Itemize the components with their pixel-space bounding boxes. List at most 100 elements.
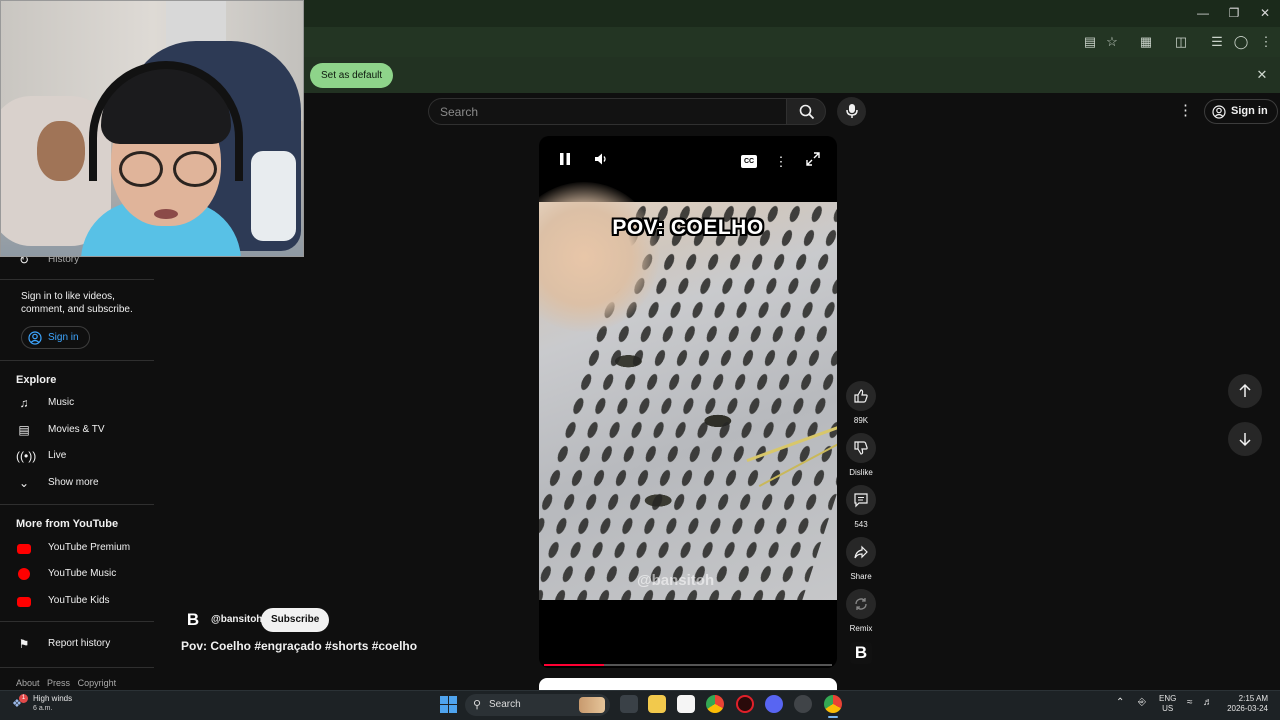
sidebar-item-music[interactable]: ♫ Music (0, 391, 154, 415)
weather-alert-badge: 1 (19, 694, 28, 703)
browser-menu-icon[interactable]: ⋮ (1257, 33, 1275, 51)
short-title: Pov: Coelho #engraçado #shorts #coelho (181, 639, 418, 653)
sidebar-sign-in-button[interactable]: Sign in (21, 326, 90, 349)
thumbs-down-icon (854, 441, 868, 455)
close-window-button[interactable]: ✕ (1250, 4, 1280, 22)
chrome-active-icon[interactable] (824, 695, 842, 713)
share-button[interactable] (846, 537, 876, 567)
sidebar-divider (0, 279, 154, 280)
voice-search-button[interactable] (837, 97, 866, 126)
previous-short-button[interactable] (1228, 374, 1262, 408)
remix-icon (855, 598, 867, 610)
discord-icon[interactable] (765, 695, 783, 713)
tray-microphone-icon[interactable]: ⎆ (1138, 697, 1146, 708)
set-as-default-button[interactable]: Set as default (310, 63, 394, 88)
volume-button[interactable] (591, 152, 611, 172)
sign-in-label: Sign in (1231, 105, 1268, 117)
live-icon: ((•)) (16, 449, 37, 463)
taskbar-search[interactable]: ⚲ Search (465, 694, 610, 716)
like-button[interactable] (846, 381, 876, 411)
like-count: 89K (853, 416, 869, 425)
sidebar-item-youtube-premium[interactable]: YouTube Premium (0, 536, 154, 560)
footer-links: About Press Copyright (16, 678, 121, 688)
sidebar-item-live[interactable]: ((•)) Live (0, 444, 154, 468)
volume-icon (595, 153, 606, 165)
footer-link-copyright[interactable]: Copyright (78, 678, 117, 688)
settings-menu-icon[interactable]: ⋮ (1178, 102, 1193, 120)
share-label: Share (850, 572, 872, 581)
system-clock[interactable]: 2:15 AM 2026-03-24 (1222, 694, 1268, 714)
sidebar-item-label: Live (48, 450, 67, 461)
search-highlight-image (579, 697, 605, 713)
next-short-preview[interactable] (539, 678, 837, 690)
obs-studio-icon[interactable] (794, 695, 812, 713)
channel-logo[interactable]: B (182, 609, 204, 631)
bookmark-star-icon[interactable]: ☆ (1103, 33, 1121, 51)
profile-icon[interactable]: ◯ (1232, 33, 1250, 51)
more-options-icon[interactable]: ⋮ (771, 152, 791, 172)
sign-in-button[interactable]: Sign in (1204, 99, 1278, 124)
progress-bar[interactable] (544, 664, 832, 666)
opera-gx-icon[interactable] (736, 695, 754, 713)
thumbs-up-icon (854, 389, 868, 403)
sidebar-item-label: Report history (48, 638, 111, 649)
glasses-left (119, 151, 163, 187)
subscribe-button[interactable]: Subscribe (261, 608, 330, 632)
sidebar-divider (0, 667, 154, 668)
fullscreen-button[interactable] (803, 152, 823, 172)
sidebar-item-movies-tv[interactable]: ▤ Movies & TV (0, 418, 154, 442)
search-button[interactable] (786, 98, 826, 125)
video-overlay-caption: POV: COELHO (612, 216, 764, 239)
media-control-icon[interactable]: ☰ (1208, 33, 1226, 51)
pause-button[interactable] (555, 152, 575, 172)
install-app-icon[interactable]: ▤ (1081, 33, 1099, 51)
video-watermark: @bansitoh (637, 572, 715, 589)
start-button[interactable] (440, 696, 457, 713)
shorts-player[interactable]: CC ⋮ POV: COELHO @bansitoh (539, 136, 837, 668)
comments-button[interactable] (846, 485, 876, 515)
chevron-down-icon: ⌄ (18, 476, 30, 490)
next-short-button[interactable] (1228, 422, 1262, 456)
microsoft-store-icon[interactable] (677, 695, 695, 713)
sidebar-item-youtube-music[interactable]: YouTube Music (0, 562, 154, 586)
side-panel-icon[interactable]: ◫ (1172, 33, 1190, 51)
explore-heading: Explore (16, 374, 57, 386)
wifi-icon[interactable]: ≈ (1187, 697, 1193, 708)
remix-button[interactable] (846, 589, 876, 619)
sidebar-item-youtube-kids[interactable]: YouTube Kids (0, 589, 154, 613)
footer-link-about[interactable]: About (16, 678, 40, 688)
active-app-indicator (828, 716, 838, 718)
account-icon (28, 331, 42, 345)
restore-button[interactable]: ❐ (1219, 4, 1249, 22)
sidebar-item-label: YouTube Music (48, 568, 117, 579)
youtube-music-icon (16, 566, 32, 582)
captions-button[interactable]: CC (741, 155, 757, 168)
extensions-icon[interactable]: ▦ (1137, 33, 1155, 51)
input-language[interactable]: ENG US (1159, 694, 1176, 714)
infobar-close-icon[interactable]: ✕ (1254, 67, 1270, 83)
sidebar-divider (0, 504, 154, 505)
sidebar-item-show-more[interactable]: ⌄ Show more (0, 471, 154, 495)
tray-chevron-up-icon[interactable]: ⌃ (1116, 697, 1124, 708)
search-icon (799, 104, 815, 120)
language-code: ENG (1159, 694, 1177, 703)
dislike-button[interactable] (846, 433, 876, 463)
minimize-button[interactable]: — (1188, 4, 1218, 22)
sidebar-item-report-history[interactable]: ⚑ Report history (0, 632, 154, 656)
flag-icon: ⚑ (18, 637, 30, 651)
arrow-up-icon (1239, 383, 1251, 397)
sidebar-item-label: Show more (48, 477, 99, 488)
search-input[interactable]: Search (428, 98, 786, 125)
dislike-label: Dislike (849, 468, 873, 477)
comment-count: 543 (854, 520, 868, 529)
file-explorer-icon[interactable] (648, 695, 666, 713)
channel-handle[interactable]: @bansitoh (211, 614, 262, 625)
footer-link-press[interactable]: Press (47, 678, 70, 688)
screen: — ❐ ✕ ▤ ☆ ▦ ◫ ☰ ◯ ⋮ Set as default ✕ Sea… (0, 0, 1280, 720)
speaker-icon[interactable]: ♬ (1203, 697, 1213, 708)
gaming-chair-side (251, 151, 296, 241)
chrome-icon[interactable] (706, 695, 724, 713)
task-view-icon[interactable] (620, 695, 638, 713)
channel-avatar[interactable]: B (850, 642, 872, 664)
sidebar-item-label: Movies & TV (48, 424, 105, 435)
